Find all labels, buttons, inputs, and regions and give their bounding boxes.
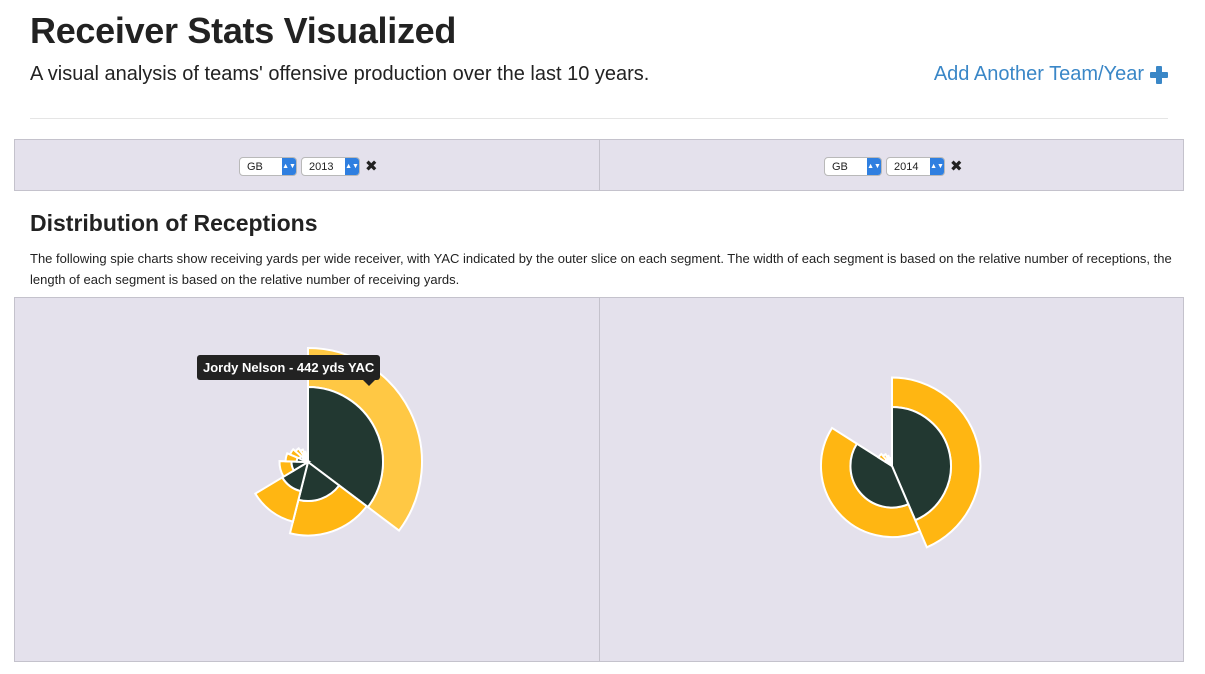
selector-panel-2: GB ▲▼ 2014 ▲▼ ✖ [599, 139, 1184, 191]
chevron-updown-icon: ▲▼ [867, 158, 881, 175]
team-select-2-value: GB [832, 160, 848, 173]
remove-team-2-close-icon[interactable]: ✖ [950, 159, 963, 174]
year-select-2[interactable]: 2014 ▲▼ [886, 157, 945, 176]
page-subtitle: A visual analysis of teams' offensive pr… [30, 63, 650, 85]
chevron-updown-icon: ▲▼ [282, 158, 296, 175]
chevron-updown-icon: ▲▼ [930, 158, 944, 175]
selector-panel-1: GB ▲▼ 2013 ▲▼ ✖ [14, 139, 600, 191]
chevron-updown-icon: ▲▼ [345, 158, 359, 175]
chart-panel-1 [14, 297, 600, 662]
section-description: The following spie charts show receiving… [30, 251, 1172, 287]
team-select-1[interactable]: GB ▲▼ [239, 157, 297, 176]
header-divider [30, 118, 1168, 119]
spie-chart-2014 [819, 376, 982, 549]
year-select-1[interactable]: 2013 ▲▼ [301, 157, 360, 176]
team-select-1-value: GB [247, 160, 263, 173]
plus-icon [1150, 65, 1168, 84]
add-team-year-link[interactable]: Add Another Team/Year [934, 63, 1168, 86]
year-select-1-value: 2013 [309, 160, 334, 173]
spie-chart-2013 [253, 346, 423, 537]
chart-panel-2 [599, 297, 1184, 662]
year-select-2-value: 2014 [894, 160, 919, 173]
page-title: Receiver Stats Visualized [30, 10, 457, 51]
team-select-2[interactable]: GB ▲▼ [824, 157, 882, 176]
add-team-year-label: Add Another Team/Year [933, 63, 1144, 85]
segment-tooltip: Jordy Nelson - 442 yds YAC [197, 355, 381, 386]
section-title: Distribution of Receptions [30, 210, 318, 236]
remove-team-1-close-icon[interactable]: ✖ [365, 159, 378, 174]
